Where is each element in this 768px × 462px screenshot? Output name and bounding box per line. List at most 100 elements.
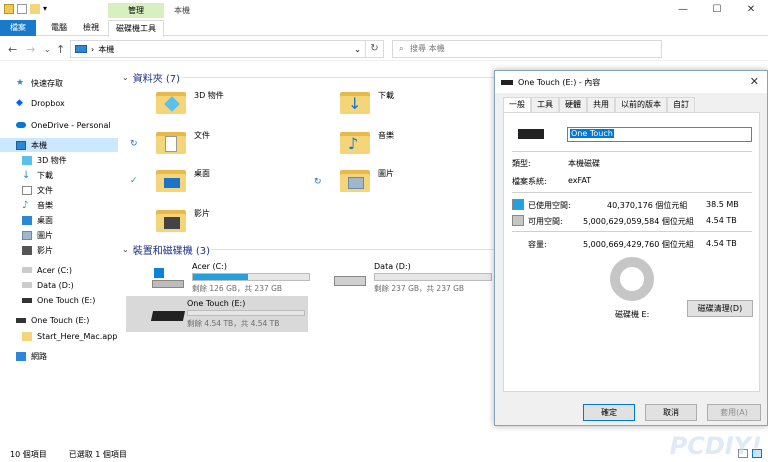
folder-music[interactable]: ♪ 音樂 xyxy=(340,130,394,154)
address-bar[interactable]: › 本機 ⌄ xyxy=(70,40,366,58)
new-folder-icon[interactable] xyxy=(30,4,40,14)
sidebar-item-quick-access[interactable]: ★ 快速存取 xyxy=(16,76,63,90)
folder-3d-objects[interactable]: 3D 物件 xyxy=(156,90,224,114)
desktop-icon xyxy=(22,215,32,225)
ok-button[interactable]: 確定 xyxy=(583,404,635,421)
sidebar-item-drive-c[interactable]: Acer (C:) xyxy=(22,263,72,277)
maximize-button[interactable]: ☐ xyxy=(700,0,734,20)
watermark-logo: PCDIY! xyxy=(669,432,762,460)
drive-e[interactable]: One Touch (E:) 剩餘 4.54 TB，共 4.54 TB xyxy=(126,296,308,332)
sidebar-item-videos[interactable]: 影片 xyxy=(22,243,53,257)
windows-drive-icon xyxy=(152,266,184,290)
folder-videos[interactable]: 影片 xyxy=(156,208,210,232)
drives-group-header[interactable]: ⌄ 裝置和磁碟機 (3) xyxy=(122,242,210,257)
volume-name-field[interactable]: One Touch xyxy=(567,127,752,142)
external-drive-icon xyxy=(501,79,513,85)
sidebar-item-this-pc[interactable]: 本機 xyxy=(0,138,118,152)
film-icon xyxy=(22,245,32,255)
title-bar: ▾ 管理 本機 — ☐ ✕ xyxy=(0,0,768,20)
used-bytes: 40,370,176 個位元組 xyxy=(607,201,688,210)
tab-computer[interactable]: 電腦 xyxy=(44,20,74,36)
tab-drive-tools[interactable]: 磁碟機工具 xyxy=(108,20,164,37)
download-folder-icon: ↓ xyxy=(340,90,370,114)
group-divider xyxy=(210,249,494,250)
cancel-button[interactable]: 取消 xyxy=(645,404,697,421)
explorer-icon xyxy=(4,4,14,14)
tab-file[interactable]: 檔案 xyxy=(0,20,36,36)
disk-usage-donut xyxy=(610,257,654,301)
tab-tools[interactable]: 工具 xyxy=(531,97,559,112)
ribbon-tabs: 檔案 電腦 檢視 磁碟機工具 xyxy=(0,20,768,37)
free-label: 可用空間: xyxy=(528,217,563,226)
sidebar-item-pictures[interactable]: 圖片 xyxy=(22,228,53,242)
close-icon[interactable]: ✕ xyxy=(750,75,759,88)
status-bar: 10 個項目 已選取 1 個項目 xyxy=(0,446,768,462)
folder-desktop[interactable]: 桌面 xyxy=(156,168,210,192)
forward-arrow-icon[interactable]: → xyxy=(26,43,35,56)
minimize-button[interactable]: — xyxy=(666,0,700,20)
sidebar-item-music[interactable]: ♪ 音樂 xyxy=(22,198,53,212)
search-input[interactable]: ⌕ 搜尋 本機 xyxy=(392,40,662,58)
sidebar-item-drive-e-root[interactable]: One Touch (E:) xyxy=(16,313,89,327)
sidebar-item-onedrive[interactable]: OneDrive - Personal xyxy=(16,118,111,132)
tab-sharing[interactable]: 共用 xyxy=(587,97,615,112)
folders-group-header[interactable]: ⌄ 資料夾 (7) xyxy=(122,70,180,85)
search-placeholder: 搜尋 本機 xyxy=(410,44,445,53)
sidebar-item-drive-d[interactable]: Data (D:) xyxy=(22,278,74,292)
back-arrow-icon[interactable]: ← xyxy=(8,43,17,56)
sidebar-item-desktop[interactable]: 桌面 xyxy=(22,213,53,227)
navigation-pane: ★ 快速存取 ◆ Dropbox OneDrive - Personal 本機 3D… xyxy=(0,62,118,442)
tab-view[interactable]: 檢視 xyxy=(76,20,106,36)
recent-dropdown-icon[interactable]: ⌄ xyxy=(44,45,51,54)
close-button[interactable]: ✕ xyxy=(734,0,768,20)
cloud-icon xyxy=(16,122,26,128)
sidebar-item-dropbox[interactable]: ◆ Dropbox xyxy=(16,96,65,110)
folder-pictures[interactable]: 圖片 xyxy=(340,168,394,192)
capacity-label: 容量: xyxy=(528,240,547,249)
disk-cleanup-button[interactable]: 磁碟清理(D) xyxy=(687,300,753,317)
breadcrumb-separator-icon: › xyxy=(91,44,95,54)
dropbox-icon: ◆ xyxy=(16,97,23,108)
3d-cube-folder-icon xyxy=(156,90,186,114)
used-space-swatch xyxy=(512,199,524,210)
customize-toolbar-icon[interactable]: ▾ xyxy=(43,4,51,14)
document-folder-icon xyxy=(156,130,186,154)
monitor-icon xyxy=(16,140,26,150)
address-dropdown-icon[interactable]: ⌄ xyxy=(354,45,361,54)
address-row: ← → ⌄ ↑ › 本機 ⌄ ↻ ⌕ 搜尋 本機 xyxy=(0,37,768,61)
sidebar-item-3d-objects[interactable]: 3D 物件 xyxy=(22,153,67,167)
sidebar-item-drive-e[interactable]: One Touch (E:) xyxy=(22,293,95,307)
dialog-title: One Touch (E:) - 內容 xyxy=(518,77,601,87)
divider xyxy=(512,192,752,193)
selected-count: 已選取 1 個項目 xyxy=(68,449,127,459)
folder-documents[interactable]: 文件 xyxy=(156,130,210,154)
properties-icon[interactable] xyxy=(17,4,27,14)
tab-general[interactable]: 一般 xyxy=(503,97,531,113)
refresh-button[interactable]: ↻ xyxy=(366,40,384,58)
drive-usage-fill xyxy=(193,274,248,280)
music-folder-icon: ♪ xyxy=(340,130,370,154)
up-arrow-icon[interactable]: ↑ xyxy=(56,43,65,56)
search-icon: ⌕ xyxy=(399,44,404,53)
filesystem-label: 檔案系統: xyxy=(512,177,547,186)
capacity-bytes: 5,000,669,429,760 個位元組 xyxy=(583,240,694,249)
window-controls: — ☐ ✕ xyxy=(666,0,768,20)
drive-d[interactable]: Data (D:) 剩餘 237 GB，共 237 GB xyxy=(332,260,494,296)
sidebar-item-network[interactable]: 網路 xyxy=(16,349,47,363)
folder-downloads[interactable]: ↓ 下載 xyxy=(340,90,394,114)
tab-previous-versions[interactable]: 以前的版本 xyxy=(615,97,667,112)
tab-customize[interactable]: 自訂 xyxy=(667,97,695,112)
apply-button[interactable]: 套用(A) xyxy=(707,404,761,421)
drive-letter-label: 磁碟機 E: xyxy=(615,310,650,319)
windows-drive-icon xyxy=(22,267,32,273)
sidebar-item-documents[interactable]: 文件 xyxy=(22,183,53,197)
sidebar-item-downloads[interactable]: ↓ 下載 xyxy=(22,168,53,182)
breadcrumb[interactable]: 本機 xyxy=(98,44,114,55)
free-size: 4.54 TB xyxy=(706,216,737,225)
dialog-title-bar: One Touch (E:) - 內容 ✕ xyxy=(495,71,767,93)
pictures-folder-icon xyxy=(340,168,370,192)
sidebar-item-start-here[interactable]: Start_Here_Mac.app xyxy=(22,329,117,343)
collapse-chevron-icon: ⌄ xyxy=(122,73,129,82)
drive-c[interactable]: Acer (C:) 剩餘 126 GB，共 237 GB xyxy=(150,260,312,296)
tab-hardware[interactable]: 硬體 xyxy=(559,97,587,112)
